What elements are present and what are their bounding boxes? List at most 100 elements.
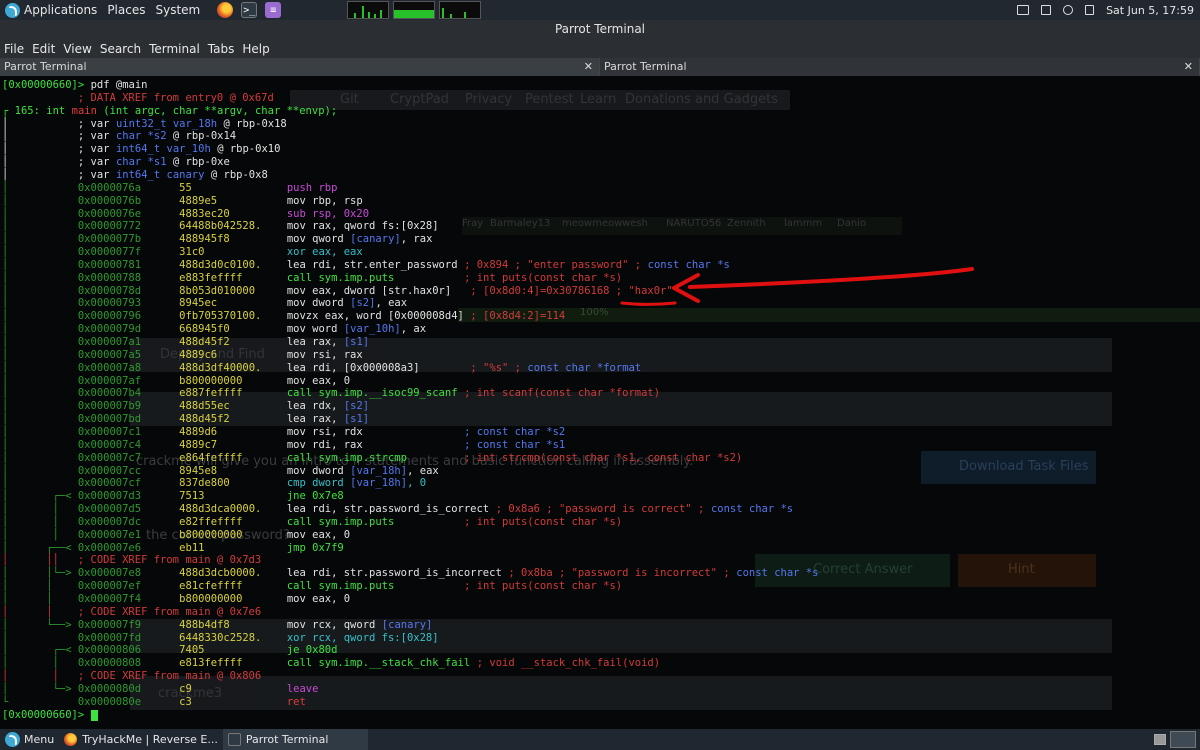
terminal-text: mov eax, 0 <box>274 593 351 605</box>
terminal-text: push rbp <box>274 181 338 194</box>
system-menu[interactable]: System <box>150 0 205 20</box>
terminal-text: e883feffff <box>141 271 275 284</box>
terminal-text: call sym.imp.puts <box>274 515 464 528</box>
terminal-text: , eax <box>407 464 439 477</box>
terminal-text: │ ││ ; CODE XREF from main @ 0x7d3 <box>2 554 262 567</box>
volume-icon[interactable] <box>1085 5 1095 15</box>
terminal-text: leave <box>274 682 319 695</box>
menu-help[interactable]: Help <box>238 42 273 56</box>
terminal-text: lea rdi, str.enter_password <box>274 258 464 271</box>
system-monitor[interactable] <box>345 1 483 19</box>
text-editor-icon[interactable]: ≡ <box>265 2 282 18</box>
taskbar-item-browser[interactable]: TryHackMe | Reverse E... <box>59 729 223 750</box>
terminal-text: │ 0x000007fd <box>2 631 142 644</box>
menu-search[interactable]: Search <box>96 42 145 56</box>
terminal-text: lea rdi, str.password_is_incorrect <box>274 567 509 580</box>
ghost-user: meowmeow <box>562 218 623 229</box>
terminal-text: ; int puts(const char *s) <box>464 271 623 284</box>
terminal-text: 837de800 <box>141 477 275 490</box>
ghost-users: Fray Barmaley13 meowmeow wesh NARUTO56 Z… <box>462 217 902 235</box>
taskbar-item-terminal[interactable]: Parrot Terminal <box>222 729 368 750</box>
menu-view[interactable]: View <box>59 42 95 56</box>
terminal-text: @ rbp-0xe <box>166 156 230 169</box>
terminal-text: 488b4df8 <box>141 618 275 631</box>
terminal-text: │ ; var <box>2 143 116 156</box>
terminal-text: │ 0x000007b4 <box>2 387 142 400</box>
display-icon[interactable] <box>1017 5 1030 15</box>
terminal-text: main <box>71 104 97 117</box>
notification-icon[interactable] <box>1041 5 1052 15</box>
terminal-text: ; const char *s2 <box>464 425 566 438</box>
menu-tabs[interactable]: Tabs <box>204 42 239 56</box>
terminal-text: │ 0x00000793 <box>2 297 142 310</box>
terminal-text: ; DATA XREF from entry0 @ 0x67d <box>2 91 274 104</box>
terminal-area[interactable]: Git CryptPad Privacy Pentest Learn Donat… <box>0 76 1200 729</box>
terminal-text: const char *s <box>736 567 819 580</box>
desktop-switcher-icon[interactable] <box>1154 734 1166 745</box>
terminal-text: 4889c6 <box>141 348 275 361</box>
terminal-text: │ 0x00000781 <box>2 258 142 271</box>
terminal-text: xor rcx, qword fs:[0x28] <box>274 631 439 644</box>
terminal-text: lea rax, <box>274 413 344 426</box>
cpu-graph-icon <box>347 1 390 19</box>
menu-bar: File Edit View Search Terminal Tabs Help <box>0 39 1200 58</box>
memory-graph-icon <box>393 1 436 19</box>
network-icon[interactable] <box>1063 5 1074 15</box>
terminal-text: │ │ 0x000007d5 <box>2 503 142 516</box>
terminal-text: 8b053d010000 <box>141 284 275 297</box>
places-menu[interactable]: Places <box>102 0 150 20</box>
terminal-text: │ │ 0x00000808 <box>2 657 142 670</box>
terminal-text: 8945ec <box>141 297 275 310</box>
terminal-text: cmp dword <box>274 477 351 490</box>
terminal-text: │ ┌─< 0x000007d3 <box>2 490 142 503</box>
terminal-text: mov eax, dword [str.hax0r] <box>274 284 471 297</box>
start-menu-button[interactable]: Menu <box>0 729 59 750</box>
terminal-text: mov rax, qword fs:[0x28] <box>274 220 439 233</box>
tab-terminal-1[interactable]: Parrot Terminal ✕ <box>0 58 600 76</box>
ghost-nav: Git CryptPad Privacy Pentest Learn Donat… <box>290 90 790 110</box>
terminal-text: │ │ ; CODE XREF from main @ 0x7e6 <box>2 605 262 618</box>
terminal-text: mov word <box>274 323 344 336</box>
tab-label: Parrot Terminal <box>4 60 87 73</box>
terminal-text: , eax <box>375 297 408 310</box>
terminal-text: b800000000 <box>141 593 275 605</box>
terminal-text: eb11 <box>141 541 275 554</box>
terminal-text: e887feffff <box>141 387 275 400</box>
terminal-text: mov rcx, qword <box>274 618 382 631</box>
ghost-nav-item: Pentest <box>525 92 574 107</box>
menu-file[interactable]: File <box>0 42 28 56</box>
terminal-text: │ │└─> 0x000007e8 <box>2 567 142 580</box>
terminal-text: 488945f8 <box>141 233 275 246</box>
terminal-text: lea rdx, <box>274 400 344 413</box>
firefox-icon[interactable] <box>217 2 234 18</box>
terminal-text: movzx eax, word [0x000008d4] <box>274 310 471 323</box>
terminal-launcher-icon[interactable]: >_ <box>241 2 258 18</box>
terminal-text: call sym.imp.puts <box>274 580 464 593</box>
menu-terminal[interactable]: Terminal <box>145 42 204 56</box>
terminal-text: lea rax, <box>274 336 344 348</box>
terminal-text: e81cfeffff <box>141 580 275 593</box>
close-tab-icon[interactable]: ✕ <box>1184 58 1193 76</box>
terminal-text: 488d3df40000. <box>141 361 275 374</box>
firefox-icon <box>64 733 78 746</box>
terminal-text: 668945f0 <box>141 323 275 336</box>
ghost-answer-label: Correct Answer <box>813 562 913 577</box>
clock[interactable]: Sat Jun 5, 17:59 <box>1100 4 1200 17</box>
terminal-text: │ 0x000007a8 <box>2 361 142 374</box>
terminal-text: (int argc, char **argv, char **envp); <box>96 104 338 117</box>
parrot-logo-icon <box>5 732 20 747</box>
menu-edit[interactable]: Edit <box>28 42 59 56</box>
terminal-text: ; void __stack_chk_fail(void) <box>476 657 661 670</box>
workspace-icon[interactable] <box>1170 731 1196 748</box>
terminal-text: ; int strcmp(const char *s1, const char … <box>464 451 743 464</box>
terminal-text: [s2] <box>343 400 370 413</box>
menu-label: Menu <box>24 733 55 746</box>
terminal-text: ; int puts(const char *s) <box>464 580 623 593</box>
applications-menu[interactable]: Applications <box>0 0 102 20</box>
close-tab-icon[interactable]: ✕ <box>584 58 593 76</box>
terminal-text: │ 0x00000788 <box>2 271 142 284</box>
terminal-cursor <box>90 709 98 721</box>
tab-terminal-2[interactable]: Parrot Terminal ✕ <box>600 58 1200 76</box>
terminal-text: int64_t var_10h <box>115 143 211 156</box>
terminal-text: │ 0x0000079d <box>2 323 142 336</box>
